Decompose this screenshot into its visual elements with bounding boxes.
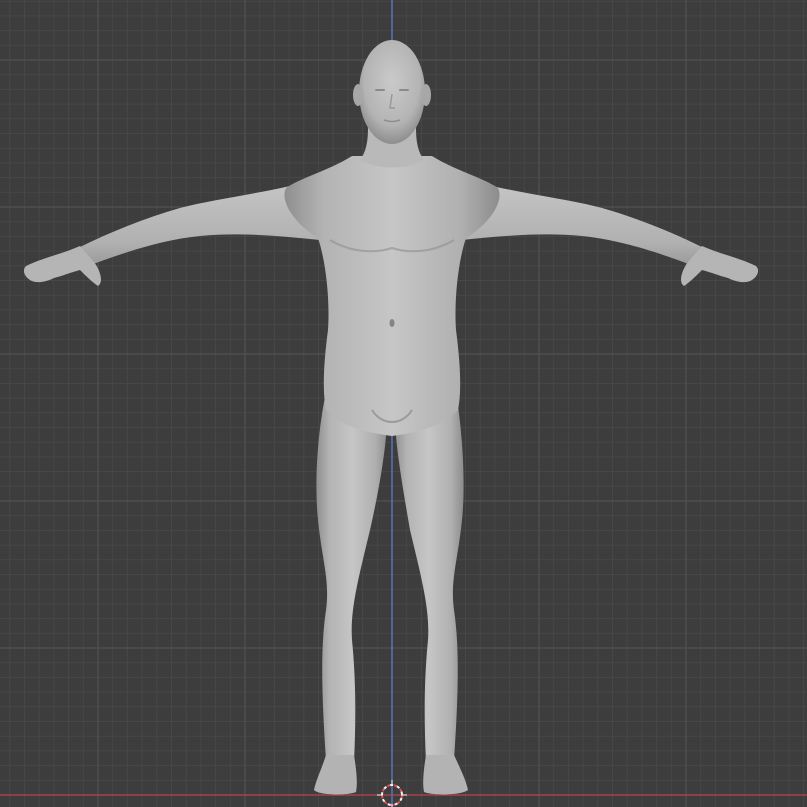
head — [359, 40, 425, 144]
3d-viewport[interactable] — [0, 0, 807, 807]
right-ear — [421, 84, 431, 106]
left-ear — [353, 84, 363, 106]
navel — [389, 319, 395, 327]
viewport-canvas[interactable] — [0, 0, 807, 807]
